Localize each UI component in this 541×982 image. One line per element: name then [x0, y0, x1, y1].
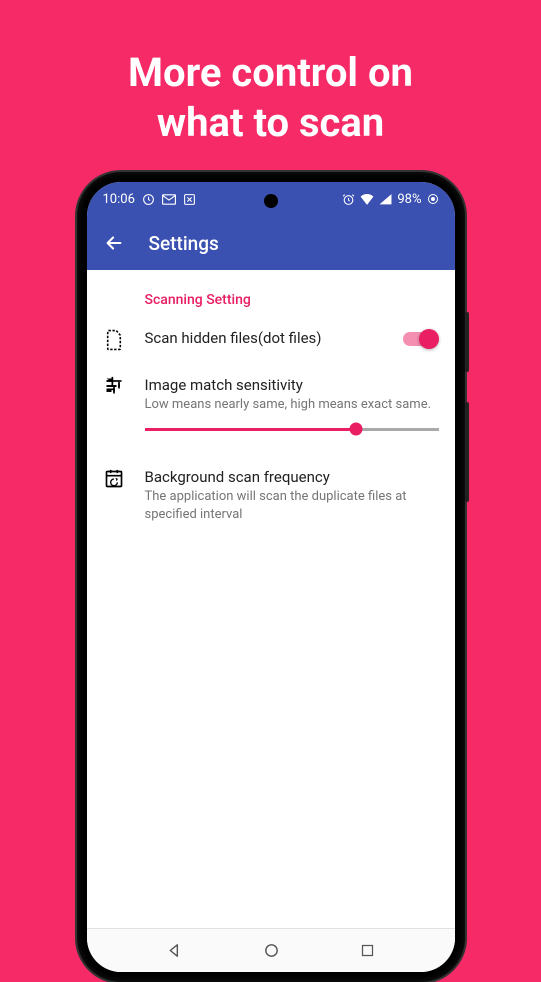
nav-back-button[interactable]	[166, 942, 183, 959]
clock-icon	[142, 193, 155, 206]
promo-heading: More control on what to scan	[0, 0, 541, 148]
nav-bar	[87, 928, 455, 972]
hidden-files-toggle[interactable]	[403, 329, 439, 349]
page-title: Settings	[149, 232, 219, 255]
bg-scan-subtitle: The application will scan the duplicate …	[145, 488, 439, 523]
promo-line1: More control on	[128, 49, 413, 96]
status-left: 10:06	[103, 192, 196, 207]
phone-side-button	[465, 402, 469, 502]
nav-home-button[interactable]	[263, 942, 280, 959]
app-icon	[183, 193, 196, 206]
phone-screen: 10:06	[87, 182, 455, 972]
back-button[interactable]	[103, 232, 125, 254]
promo-line2: what to scan	[157, 99, 384, 146]
bg-scan-title: Background scan frequency	[145, 467, 439, 487]
camera-notch	[264, 194, 278, 208]
nav-recent-button[interactable]	[360, 943, 375, 958]
file-dashed-icon	[101, 328, 127, 351]
status-time: 10:06	[103, 192, 135, 207]
setting-sensitivity[interactable]: Image match sensitivity Low means nearly…	[87, 363, 455, 451]
status-right: 98%	[342, 192, 438, 207]
phone-frame: 10:06	[77, 172, 465, 982]
section-header: Scanning Setting	[87, 292, 455, 316]
wifi-icon	[360, 193, 374, 205]
battery-text: 98%	[397, 192, 421, 207]
sensitivity-title: Image match sensitivity	[145, 375, 439, 395]
signal-icon	[379, 193, 392, 205]
sensitivity-subtitle: Low means nearly same, high means exact …	[145, 396, 439, 414]
calendar-refresh-icon	[101, 467, 127, 490]
hidden-files-title: Scan hidden files(dot files)	[145, 328, 385, 348]
gmail-icon	[162, 194, 176, 205]
setting-bg-scan[interactable]: Background scan frequency The applicatio…	[87, 451, 455, 535]
app-bar: Settings	[87, 216, 455, 270]
tune-icon	[101, 375, 127, 396]
phone-side-button	[465, 312, 469, 372]
alarm-icon	[342, 193, 355, 206]
settings-content: Scanning Setting Scan hidden files(dot f…	[87, 270, 455, 535]
setting-hidden-files[interactable]: Scan hidden files(dot files)	[87, 316, 455, 363]
battery-icon	[427, 193, 439, 205]
sensitivity-slider[interactable]	[145, 414, 439, 439]
